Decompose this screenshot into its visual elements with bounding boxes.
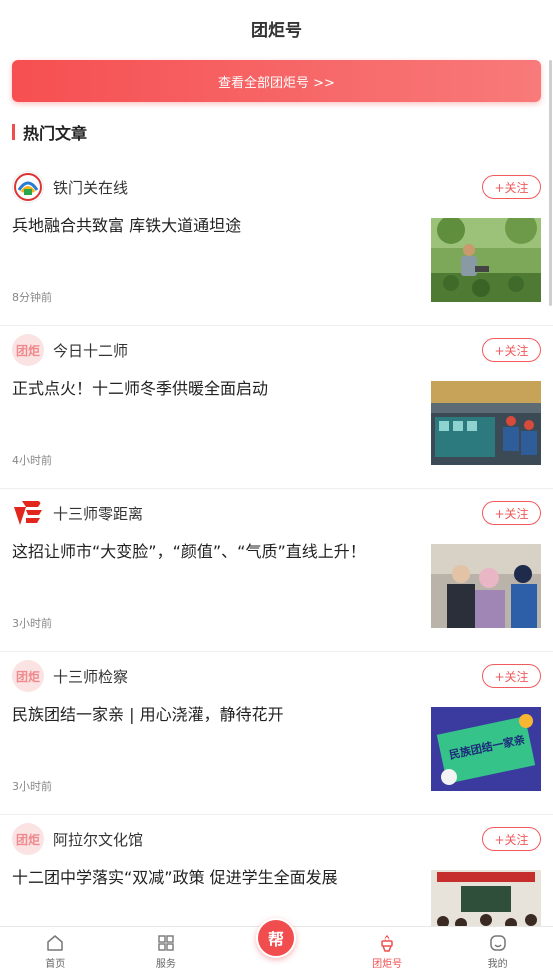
follow-button[interactable]: +关注 — [482, 175, 541, 199]
author-row[interactable]: 团炬 阿拉尔文化馆 — [12, 823, 143, 855]
home-icon — [44, 932, 66, 954]
torch-icon — [376, 932, 398, 954]
article-feed: 铁门关在线 +关注 兵地融合共致富 库铁大道通坦途 8分钟前 团炬 今日十二师 … — [0, 163, 553, 971]
article-headline[interactable]: 民族团结一家亲 | 用心浇灌，静待花开 — [12, 704, 412, 726]
help-button[interactable]: 帮 — [256, 918, 296, 958]
author-name[interactable]: 阿拉尔文化馆 — [53, 829, 143, 850]
article-headline[interactable]: 十二团中学落实“双减”政策 促进学生全面发展 — [12, 867, 412, 889]
article-thumbnail[interactable] — [431, 870, 541, 930]
view-all-tuanju-button[interactable]: 查看全部团炬号 >> — [12, 60, 541, 102]
tab-tuanju[interactable]: 团炬号 — [332, 927, 443, 971]
top-header: 团炬号 — [0, 0, 553, 56]
article-time: 3小时前 — [12, 780, 52, 793]
section-accent-bar — [12, 124, 15, 140]
article-card[interactable]: 铁门关在线 +关注 兵地融合共致富 库铁大道通坦途 8分钟前 — [0, 163, 553, 326]
article-time: 8分钟前 — [12, 291, 52, 304]
article-time: 4小时前 — [12, 454, 52, 467]
author-avatar[interactable] — [12, 497, 44, 529]
avatar-text: 团炬 — [15, 669, 40, 684]
user-face-icon — [487, 932, 509, 954]
author-avatar[interactable]: 团炬 — [12, 823, 44, 855]
author-row[interactable]: 团炬 今日十二师 — [12, 334, 128, 366]
classroom-image — [431, 870, 541, 930]
follow-button[interactable]: +关注 — [482, 501, 541, 525]
author-name[interactable]: 铁门关在线 — [53, 177, 128, 198]
boiler-room-image — [431, 381, 541, 465]
author-name[interactable]: 今日十二师 — [53, 340, 128, 361]
avatar-text: 团炬 — [15, 343, 40, 358]
tab-tuanju-label: 团炬号 — [372, 959, 403, 970]
tab-mine[interactable]: 我的 — [442, 927, 553, 971]
tab-mine-label: 我的 — [487, 959, 508, 970]
tab-service-label: 服务 — [155, 959, 176, 970]
street-people-image — [431, 544, 541, 628]
article-card[interactable]: 团炬 今日十二师 +关注 正式点火！十二师冬季供暖全面启动 4小时前 — [0, 326, 553, 489]
author-row[interactable]: 铁门关在线 — [12, 171, 128, 203]
section-title: 热门文章 — [23, 124, 88, 143]
farmer-field-image — [431, 218, 541, 302]
author-row[interactable]: 十三师零距离 — [12, 497, 143, 529]
tab-service[interactable]: 服务 — [111, 927, 222, 971]
article-headline[interactable]: 兵地融合共致富 库铁大道通坦途 — [12, 215, 412, 237]
author-row[interactable]: 团炬 十三师检察 — [12, 660, 128, 692]
article-thumbnail[interactable]: 民族团结一家亲 — [431, 707, 541, 791]
article-thumbnail[interactable] — [431, 381, 541, 465]
avatar-text: 团炬 — [15, 832, 40, 847]
article-card[interactable]: 团炬 十三师检察 +关注 民族团结一家亲 | 用心浇灌，静待花开 3小时前 民族… — [0, 652, 553, 815]
follow-button[interactable]: +关注 — [482, 664, 541, 688]
article-card[interactable]: 十三师零距离 +关注 这招让师市“大变脸”，“颜值”、“气质”直线上升！ 3小时… — [0, 489, 553, 652]
section-header: 热门文章 — [12, 120, 87, 144]
article-thumbnail[interactable] — [431, 218, 541, 302]
author-name[interactable]: 十三师检察 — [53, 666, 128, 687]
author-avatar[interactable]: 团炬 — [12, 334, 44, 366]
author-name[interactable]: 十三师零距离 — [53, 503, 143, 524]
article-thumbnail[interactable] — [431, 544, 541, 628]
article-headline[interactable]: 正式点火！十二师冬季供暖全面启动 — [12, 378, 412, 400]
author-avatar[interactable] — [12, 171, 44, 203]
grid-icon — [155, 932, 177, 954]
tab-home-label: 首页 — [45, 959, 66, 970]
article-headline[interactable]: 这招让师市“大变脸”，“颜值”、“气质”直线上升！ — [12, 541, 412, 563]
follow-button[interactable]: +关注 — [482, 338, 541, 362]
tiemenguan-logo-icon — [14, 173, 42, 201]
author-avatar[interactable]: 团炬 — [12, 660, 44, 692]
tab-home[interactable]: 首页 — [0, 927, 111, 971]
article-time: 3小时前 — [12, 617, 52, 630]
follow-button[interactable]: +关注 — [482, 827, 541, 851]
page-title: 团炬号 — [251, 20, 302, 41]
shisanshi-logo-icon — [14, 501, 42, 525]
